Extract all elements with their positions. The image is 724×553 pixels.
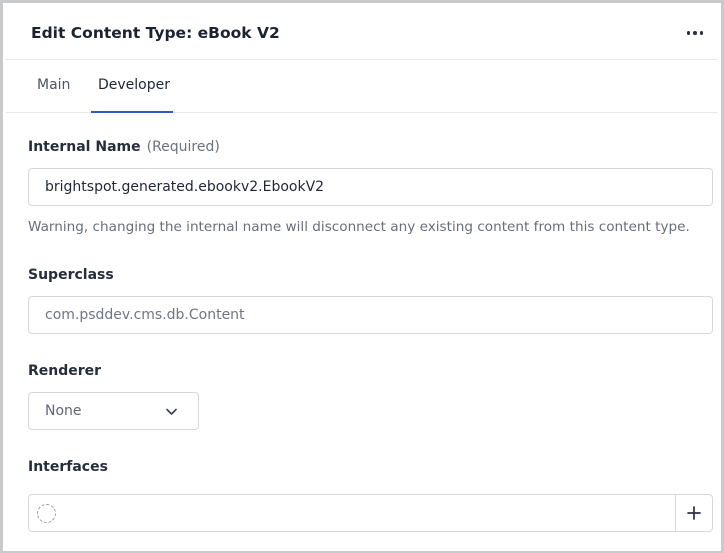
renderer-label: Renderer xyxy=(28,363,102,379)
tab-developer[interactable]: Developer xyxy=(98,77,170,93)
internal-name-input[interactable]: brightspot.generated.ebookv2.EbookV2 xyxy=(28,168,713,206)
interfaces-label: Interfaces xyxy=(28,459,108,475)
plus-icon xyxy=(687,506,701,520)
required-indicator: (Required) xyxy=(146,139,220,155)
chevron-down-icon xyxy=(166,408,177,415)
tab-bar: Main Developer xyxy=(6,60,718,113)
superclass-input[interactable]: com.psddev.cms.db.Content xyxy=(28,296,713,334)
page-title: Edit Content Type: eBook V2 xyxy=(31,24,280,42)
internal-name-warning: Warning, changing the internal name will… xyxy=(28,219,690,235)
renderer-selected-value: None xyxy=(45,403,82,419)
superclass-label: Superclass xyxy=(28,267,114,283)
tab-main[interactable]: Main xyxy=(37,77,70,93)
panel-header: Edit Content Type: eBook V2 xyxy=(6,6,718,60)
internal-name-label: Internal Name (Required) xyxy=(28,139,220,155)
renderer-select[interactable]: None xyxy=(28,392,199,430)
loading-spinner-icon xyxy=(37,504,56,523)
more-options-button[interactable] xyxy=(682,23,708,43)
more-horizontal-icon xyxy=(686,31,691,35)
interfaces-field[interactable] xyxy=(28,494,713,532)
active-tab-indicator xyxy=(91,111,173,113)
add-interface-button[interactable] xyxy=(675,495,712,531)
